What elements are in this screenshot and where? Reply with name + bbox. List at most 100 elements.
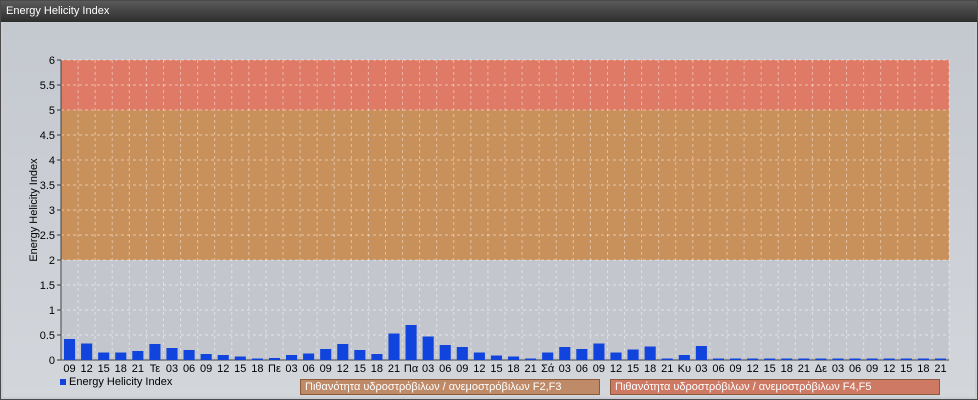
bar xyxy=(747,358,759,360)
x-tick-label: Σά xyxy=(541,363,555,375)
y-tick-label: 5 xyxy=(49,105,55,117)
bar xyxy=(525,358,537,360)
bar xyxy=(678,355,690,360)
series-legend-marker xyxy=(60,379,66,385)
x-tick-label: 03 xyxy=(422,363,434,375)
x-tick-label: 18 xyxy=(371,363,383,375)
x-tick-label: 03 xyxy=(695,363,707,375)
bar xyxy=(149,344,161,360)
x-tick-label: 09 xyxy=(456,363,468,375)
y-tick-label: 2.5 xyxy=(40,230,55,242)
x-tick-label: 21 xyxy=(524,363,536,375)
y-tick-label: 6 xyxy=(49,55,55,67)
bar xyxy=(303,353,315,360)
x-tick-label: 06 xyxy=(576,363,588,375)
x-tick-label: Πα xyxy=(404,363,419,375)
bar xyxy=(559,347,571,360)
bar xyxy=(576,349,588,360)
x-tick-label: 06 xyxy=(439,363,451,375)
bar xyxy=(712,358,725,360)
x-tick-label: 18 xyxy=(781,363,793,375)
bar xyxy=(422,336,434,360)
bar xyxy=(388,333,400,360)
x-tick-label: Δε xyxy=(815,363,827,375)
bar xyxy=(320,349,332,360)
bar xyxy=(849,358,861,360)
bar xyxy=(781,358,793,360)
x-tick-label: 03 xyxy=(832,363,844,375)
bar xyxy=(268,358,281,360)
bar xyxy=(798,358,810,360)
x-tick-label: 03 xyxy=(166,363,178,375)
x-tick-label: 21 xyxy=(388,363,400,375)
bar xyxy=(234,356,246,360)
bar xyxy=(456,347,468,360)
y-axis-title: Energy Helicity Index xyxy=(28,158,40,262)
y-tick-label: 4 xyxy=(49,155,55,167)
bar xyxy=(371,354,383,360)
bar xyxy=(883,358,895,360)
band-f4-f5-legend: Πιθανότητα υδροστρόβιλων / ανεμοστρόβιλω… xyxy=(610,379,940,395)
x-tick-label: 09 xyxy=(593,363,605,375)
x-tick-label: 21 xyxy=(661,363,673,375)
y-tick-label: 0 xyxy=(49,355,55,367)
bar xyxy=(627,349,639,360)
x-tick-label: Τε xyxy=(150,363,161,375)
x-tick-label: 15 xyxy=(234,363,246,375)
x-tick-label: 15 xyxy=(98,363,110,375)
band-f4-f5-label: Πιθανότητα υδροστρόβιλων / ανεμοστρόβιλω… xyxy=(615,381,872,393)
bar xyxy=(866,358,878,360)
x-tick-label: Πε xyxy=(268,363,281,375)
bar xyxy=(934,358,947,360)
bar xyxy=(405,325,417,360)
x-tick-label: 09 xyxy=(729,363,741,375)
x-tick-label: 15 xyxy=(354,363,366,375)
x-tick-label: 06 xyxy=(183,363,195,375)
y-tick-label: 5.5 xyxy=(40,80,55,92)
bar xyxy=(593,343,605,360)
x-tick-label: 06 xyxy=(302,363,314,375)
y-tick-label: 3 xyxy=(49,205,55,217)
bar xyxy=(285,355,298,360)
x-tick-label: 12 xyxy=(473,363,485,375)
bar xyxy=(644,346,656,360)
bar xyxy=(183,350,195,360)
x-tick-label: 21 xyxy=(132,363,144,375)
x-tick-label: 12 xyxy=(746,363,758,375)
bar xyxy=(764,358,776,360)
bar xyxy=(917,358,929,360)
x-tick-label: 03 xyxy=(559,363,571,375)
x-tick-label: 12 xyxy=(883,363,895,375)
x-tick-label: 15 xyxy=(627,363,639,375)
series-legend[interactable]: Energy Helicity Index xyxy=(60,376,172,388)
x-tick-label: 18 xyxy=(644,363,656,375)
bar xyxy=(661,358,673,360)
x-tick-label: 12 xyxy=(217,363,229,375)
y-tick-label: 2 xyxy=(49,255,55,267)
x-tick-label: 21 xyxy=(934,363,946,375)
bar xyxy=(439,345,451,360)
x-tick-label: 21 xyxy=(798,363,810,375)
x-tick-label: 09 xyxy=(200,363,212,375)
bar xyxy=(166,348,178,360)
band-f2-f3-label: Πιθανότητα υδροστρόβιλων / ανεμοστρόβιλω… xyxy=(305,381,562,393)
bar xyxy=(251,358,263,360)
bar xyxy=(473,352,485,360)
x-tick-label: 15 xyxy=(490,363,502,375)
x-tick-label: 06 xyxy=(849,363,861,375)
x-tick-label: 18 xyxy=(917,363,929,375)
x-tick-label: 12 xyxy=(610,363,622,375)
bar xyxy=(217,355,229,360)
x-tick-label: 12 xyxy=(337,363,349,375)
bar xyxy=(98,352,110,360)
x-tick-label: 15 xyxy=(764,363,776,375)
y-tick-label: 3.5 xyxy=(40,180,55,192)
bar xyxy=(507,356,520,360)
bar xyxy=(815,358,827,360)
x-tick-label: 15 xyxy=(900,363,912,375)
bar xyxy=(490,355,503,360)
x-tick-label: 09 xyxy=(320,363,332,375)
x-tick-label: 18 xyxy=(251,363,263,375)
bar xyxy=(832,358,844,360)
y-tick-label: 0.5 xyxy=(40,330,55,342)
